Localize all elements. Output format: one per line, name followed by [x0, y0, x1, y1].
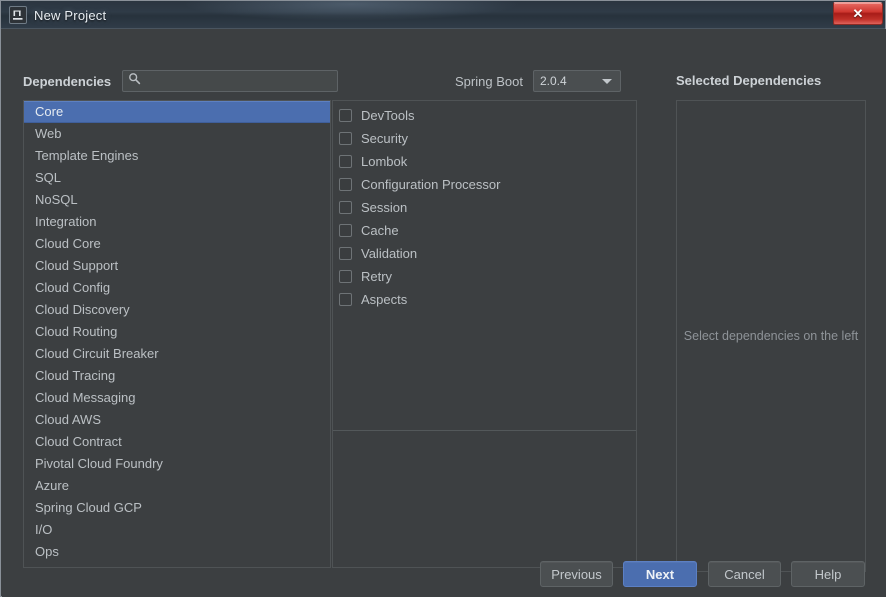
close-icon: ✕: [852, 6, 864, 21]
title-bar: New Project ✕: [1, 1, 885, 29]
category-item-label: Pivotal Cloud Foundry: [35, 456, 163, 471]
category-item[interactable]: Integration: [24, 211, 330, 233]
dependency-item-label: Lombok: [361, 154, 408, 169]
dependency-item-label: DevTools: [361, 108, 415, 123]
category-item-label: Core: [35, 104, 64, 119]
close-button[interactable]: ✕: [833, 2, 883, 25]
category-item-label: NoSQL: [35, 192, 78, 207]
category-item[interactable]: Core: [24, 101, 330, 123]
category-item-label: Cloud Tracing: [35, 368, 116, 383]
dependency-item[interactable]: Security: [333, 127, 636, 150]
title-bar-left: New Project: [9, 5, 106, 25]
category-item[interactable]: Cloud Routing: [24, 321, 330, 343]
dependency-item[interactable]: Validation: [333, 242, 636, 265]
category-item[interactable]: Cloud Discovery: [24, 299, 330, 321]
selected-dependencies-placeholder: Select dependencies on the left: [683, 328, 859, 343]
category-item-label: Spring Cloud GCP: [35, 500, 142, 515]
dependency-list[interactable]: DevTools Security Lombok Configuration Proc…: [332, 100, 637, 568]
dependency-item[interactable]: DevTools: [333, 104, 636, 127]
dialog-content: Dependencies Spring Boot 2.0.4 Selected …: [2, 29, 886, 597]
category-item-label: Ops: [35, 544, 59, 559]
category-item[interactable]: Template Engines: [24, 145, 330, 167]
dependency-item-label: Cache: [361, 223, 399, 238]
category-item[interactable]: Ops: [24, 541, 330, 563]
dependency-item[interactable]: Session: [333, 196, 636, 219]
help-button[interactable]: Help: [791, 561, 865, 587]
selected-dependencies-title: Selected Dependencies: [676, 73, 822, 88]
category-item-label: Cloud Routing: [35, 324, 118, 339]
dependency-item[interactable]: Aspects: [333, 288, 636, 311]
category-item-label: Azure: [35, 478, 69, 493]
category-item[interactable]: Cloud Support: [24, 255, 330, 277]
category-item-label: Web: [35, 126, 62, 141]
category-item[interactable]: I/O: [24, 519, 330, 541]
dependency-item-label: Aspects: [361, 292, 408, 307]
category-item[interactable]: Cloud Config: [24, 277, 330, 299]
search-icon: [128, 72, 141, 90]
dependency-checkbox[interactable]: [339, 224, 352, 237]
dependencies-label: Dependencies: [23, 74, 112, 89]
dependency-item-label: Session: [361, 200, 408, 215]
category-item-label: Cloud Core: [35, 236, 101, 251]
category-item[interactable]: SQL: [24, 167, 330, 189]
category-item-label: Cloud Contract: [35, 434, 122, 449]
dependency-item[interactable]: Configuration Processor: [333, 173, 636, 196]
new-project-dialog: New Project ✕ Dependencies Spring Boot 2…: [0, 0, 886, 597]
spring-boot-version-dropdown[interactable]: 2.0.4: [533, 70, 621, 92]
dependency-item-label: Retry: [361, 269, 393, 284]
cancel-button[interactable]: Cancel: [708, 561, 781, 587]
previous-button[interactable]: Previous: [540, 561, 613, 587]
category-item[interactable]: Spring Cloud GCP: [24, 497, 330, 519]
dependency-checkbox[interactable]: [339, 155, 352, 168]
category-item-label: Template Engines: [35, 148, 139, 163]
category-item[interactable]: Cloud Tracing: [24, 365, 330, 387]
dependency-item-label: Security: [361, 131, 408, 146]
category-item[interactable]: NoSQL: [24, 189, 330, 211]
dialog-button-row: Previous Next Cancel Help: [2, 561, 886, 587]
next-button[interactable]: Next: [623, 561, 697, 587]
dependency-checkbox[interactable]: [339, 270, 352, 283]
selected-dependencies-panel: Select dependencies on the left: [676, 100, 866, 572]
search-input-field[interactable]: [146, 73, 330, 89]
category-item[interactable]: Cloud Circuit Breaker: [24, 343, 330, 365]
category-item-label: Cloud Messaging: [35, 390, 136, 405]
dependency-checkbox[interactable]: [339, 132, 352, 145]
dependency-checkbox[interactable]: [339, 178, 352, 191]
category-item[interactable]: Cloud Core: [24, 233, 330, 255]
category-list[interactable]: Core Web Template Engines SQL NoSQL Integrati…: [23, 100, 331, 568]
category-item-label: Cloud Circuit Breaker: [35, 346, 159, 361]
dependency-checkbox[interactable]: [339, 109, 352, 122]
category-item[interactable]: Cloud AWS: [24, 409, 330, 431]
category-item[interactable]: Cloud Contract: [24, 431, 330, 453]
category-item-label: Cloud Config: [35, 280, 111, 295]
category-item-label: SQL: [35, 170, 62, 185]
dependency-checkbox[interactable]: [339, 293, 352, 306]
category-item-label: Integration: [35, 214, 97, 229]
category-item-label: I/O: [35, 522, 53, 537]
dependency-item-label: Validation: [361, 246, 418, 261]
spring-boot-label: Spring Boot: [455, 74, 523, 89]
dependency-item[interactable]: Lombok: [333, 150, 636, 173]
category-item-label: Cloud AWS: [35, 412, 101, 427]
window-title: New Project: [34, 7, 107, 23]
dependency-list-items: DevTools Security Lombok Configuration Proc…: [333, 101, 636, 431]
category-item[interactable]: Web: [24, 123, 330, 145]
dependency-item-label: Configuration Processor: [361, 177, 501, 192]
search-input[interactable]: [122, 70, 338, 92]
dependency-checkbox[interactable]: [339, 201, 352, 214]
chevron-down-icon: [598, 78, 620, 84]
category-item-label: Cloud Discovery: [35, 302, 130, 317]
title-bar-glow: [181, 1, 521, 21]
intellij-idea-icon: [9, 6, 27, 24]
category-item[interactable]: Cloud Messaging: [24, 387, 330, 409]
category-item[interactable]: Pivotal Cloud Foundry: [24, 453, 330, 475]
dependency-checkbox[interactable]: [339, 247, 352, 260]
category-item-label: Cloud Support: [35, 258, 119, 273]
spring-boot-version-value: 2.0.4: [540, 74, 567, 88]
dependency-item[interactable]: Retry: [333, 265, 636, 288]
dependency-item[interactable]: Cache: [333, 219, 636, 242]
category-item[interactable]: Azure: [24, 475, 330, 497]
